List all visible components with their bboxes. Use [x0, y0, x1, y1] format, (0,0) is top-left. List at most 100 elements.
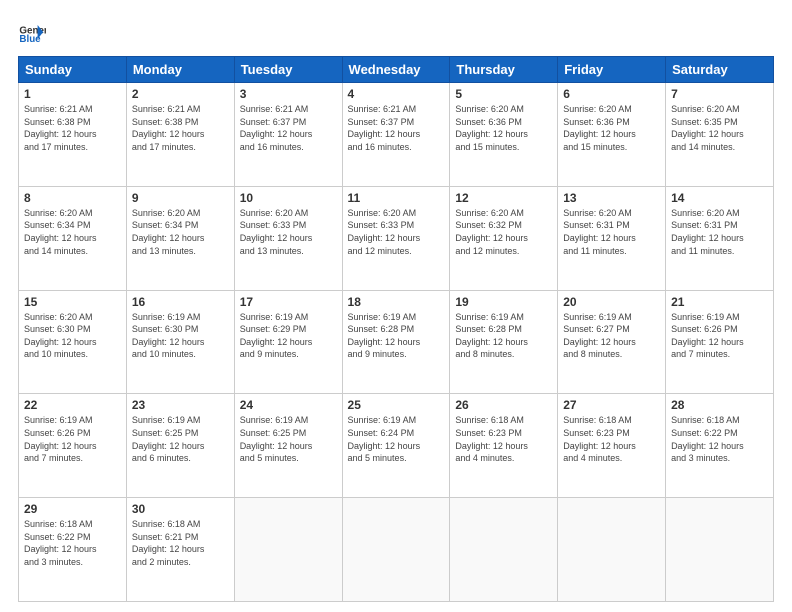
calendar-cell: 8 Sunrise: 6:20 AM Sunset: 6:34 PM Daylig…	[19, 186, 127, 290]
day-number: 8	[24, 191, 121, 205]
logo: General Blue	[18, 18, 46, 46]
day-number: 5	[455, 87, 552, 101]
day-info: Sunrise: 6:20 AM Sunset: 6:32 PM Dayligh…	[455, 207, 552, 257]
day-info: Sunrise: 6:18 AM Sunset: 6:23 PM Dayligh…	[455, 414, 552, 464]
day-info: Sunrise: 6:19 AM Sunset: 6:28 PM Dayligh…	[348, 311, 445, 361]
day-number: 19	[455, 295, 552, 309]
day-info: Sunrise: 6:18 AM Sunset: 6:22 PM Dayligh…	[671, 414, 768, 464]
day-number: 23	[132, 398, 229, 412]
day-info: Sunrise: 6:20 AM Sunset: 6:34 PM Dayligh…	[24, 207, 121, 257]
calendar-cell: 12 Sunrise: 6:20 AM Sunset: 6:32 PM Dayli…	[450, 186, 558, 290]
day-number: 28	[671, 398, 768, 412]
calendar-cell: 7 Sunrise: 6:20 AM Sunset: 6:35 PM Daylig…	[666, 83, 774, 187]
day-info: Sunrise: 6:19 AM Sunset: 6:29 PM Dayligh…	[240, 311, 337, 361]
calendar-cell: 6 Sunrise: 6:20 AM Sunset: 6:36 PM Daylig…	[558, 83, 666, 187]
day-info: Sunrise: 6:19 AM Sunset: 6:26 PM Dayligh…	[24, 414, 121, 464]
day-info: Sunrise: 6:18 AM Sunset: 6:21 PM Dayligh…	[132, 518, 229, 568]
day-info: Sunrise: 6:19 AM Sunset: 6:30 PM Dayligh…	[132, 311, 229, 361]
weekday-header-friday: Friday	[558, 57, 666, 83]
day-number: 9	[132, 191, 229, 205]
day-number: 10	[240, 191, 337, 205]
day-info: Sunrise: 6:20 AM Sunset: 6:30 PM Dayligh…	[24, 311, 121, 361]
weekday-header-saturday: Saturday	[666, 57, 774, 83]
day-number: 24	[240, 398, 337, 412]
calendar-cell	[234, 498, 342, 602]
day-info: Sunrise: 6:20 AM Sunset: 6:33 PM Dayligh…	[348, 207, 445, 257]
calendar-cell: 11 Sunrise: 6:20 AM Sunset: 6:33 PM Dayli…	[342, 186, 450, 290]
calendar-cell	[558, 498, 666, 602]
day-number: 16	[132, 295, 229, 309]
calendar-cell: 18 Sunrise: 6:19 AM Sunset: 6:28 PM Dayli…	[342, 290, 450, 394]
weekday-header-sunday: Sunday	[19, 57, 127, 83]
day-number: 12	[455, 191, 552, 205]
day-number: 13	[563, 191, 660, 205]
day-info: Sunrise: 6:20 AM Sunset: 6:31 PM Dayligh…	[671, 207, 768, 257]
logo-icon: General Blue	[18, 18, 46, 46]
day-number: 4	[348, 87, 445, 101]
calendar-cell	[342, 498, 450, 602]
day-info: Sunrise: 6:21 AM Sunset: 6:37 PM Dayligh…	[240, 103, 337, 153]
calendar-cell: 14 Sunrise: 6:20 AM Sunset: 6:31 PM Dayli…	[666, 186, 774, 290]
calendar-cell: 17Sunrise: 6:19 AM Sunset: 6:29 PM Dayli…	[234, 290, 342, 394]
calendar-cell: 10 Sunrise: 6:20 AM Sunset: 6:33 PM Dayli…	[234, 186, 342, 290]
calendar-cell: 5 Sunrise: 6:20 AM Sunset: 6:36 PM Daylig…	[450, 83, 558, 187]
day-number: 14	[671, 191, 768, 205]
day-info: Sunrise: 6:20 AM Sunset: 6:33 PM Dayligh…	[240, 207, 337, 257]
calendar-cell	[666, 498, 774, 602]
weekday-header-thursday: Thursday	[450, 57, 558, 83]
calendar-cell: 28 Sunrise: 6:18 AM Sunset: 6:22 PM Dayli…	[666, 394, 774, 498]
day-info: Sunrise: 6:21 AM Sunset: 6:37 PM Dayligh…	[348, 103, 445, 153]
day-number: 1	[24, 87, 121, 101]
day-info: Sunrise: 6:20 AM Sunset: 6:34 PM Dayligh…	[132, 207, 229, 257]
weekday-header-tuesday: Tuesday	[234, 57, 342, 83]
calendar-cell: 19Sunrise: 6:19 AM Sunset: 6:28 PM Dayli…	[450, 290, 558, 394]
day-info: Sunrise: 6:18 AM Sunset: 6:23 PM Dayligh…	[563, 414, 660, 464]
day-info: Sunrise: 6:19 AM Sunset: 6:27 PM Dayligh…	[563, 311, 660, 361]
calendar-cell: 16 Sunrise: 6:19 AM Sunset: 6:30 PM Dayli…	[126, 290, 234, 394]
day-number: 3	[240, 87, 337, 101]
day-info: Sunrise: 6:21 AM Sunset: 6:38 PM Dayligh…	[132, 103, 229, 153]
calendar-cell: 25 Sunrise: 6:19 AM Sunset: 6:24 PM Dayli…	[342, 394, 450, 498]
day-number: 7	[671, 87, 768, 101]
calendar-cell: 26 Sunrise: 6:18 AM Sunset: 6:23 PM Dayli…	[450, 394, 558, 498]
day-number: 6	[563, 87, 660, 101]
weekday-header-monday: Monday	[126, 57, 234, 83]
day-number: 29	[24, 502, 121, 516]
day-info: Sunrise: 6:19 AM Sunset: 6:25 PM Dayligh…	[132, 414, 229, 464]
day-number: 22	[24, 398, 121, 412]
day-number: 2	[132, 87, 229, 101]
day-number: 15	[24, 295, 121, 309]
calendar-cell: 21 Sunrise: 6:19 AM Sunset: 6:26 PM Dayli…	[666, 290, 774, 394]
calendar-cell: 23 Sunrise: 6:19 AM Sunset: 6:25 PM Dayli…	[126, 394, 234, 498]
day-number: 21	[671, 295, 768, 309]
day-info: Sunrise: 6:20 AM Sunset: 6:36 PM Dayligh…	[455, 103, 552, 153]
calendar-cell: 29 Sunrise: 6:18 AM Sunset: 6:22 PM Dayli…	[19, 498, 127, 602]
day-info: Sunrise: 6:18 AM Sunset: 6:22 PM Dayligh…	[24, 518, 121, 568]
day-info: Sunrise: 6:20 AM Sunset: 6:36 PM Dayligh…	[563, 103, 660, 153]
day-number: 30	[132, 502, 229, 516]
day-info: Sunrise: 6:20 AM Sunset: 6:35 PM Dayligh…	[671, 103, 768, 153]
calendar-cell	[450, 498, 558, 602]
calendar-cell: 13 Sunrise: 6:20 AM Sunset: 6:31 PM Dayli…	[558, 186, 666, 290]
day-number: 26	[455, 398, 552, 412]
day-number: 25	[348, 398, 445, 412]
day-number: 27	[563, 398, 660, 412]
page-header: General Blue	[18, 18, 774, 46]
day-info: Sunrise: 6:20 AM Sunset: 6:31 PM Dayligh…	[563, 207, 660, 257]
calendar-cell: 2 Sunrise: 6:21 AM Sunset: 6:38 PM Daylig…	[126, 83, 234, 187]
calendar-table: SundayMondayTuesdayWednesdayThursdayFrid…	[18, 56, 774, 602]
day-info: Sunrise: 6:21 AM Sunset: 6:38 PM Dayligh…	[24, 103, 121, 153]
calendar-cell: 3 Sunrise: 6:21 AM Sunset: 6:37 PM Daylig…	[234, 83, 342, 187]
calendar-cell: 22 Sunrise: 6:19 AM Sunset: 6:26 PM Dayli…	[19, 394, 127, 498]
day-info: Sunrise: 6:19 AM Sunset: 6:24 PM Dayligh…	[348, 414, 445, 464]
calendar-cell: 24 Sunrise: 6:19 AM Sunset: 6:25 PM Dayli…	[234, 394, 342, 498]
calendar-cell: 27 Sunrise: 6:18 AM Sunset: 6:23 PM Dayli…	[558, 394, 666, 498]
day-number: 11	[348, 191, 445, 205]
calendar-cell: 20 Sunrise: 6:19 AM Sunset: 6:27 PM Dayli…	[558, 290, 666, 394]
day-info: Sunrise: 6:19 AM Sunset: 6:26 PM Dayligh…	[671, 311, 768, 361]
day-number: 18	[348, 295, 445, 309]
day-info: Sunrise: 6:19 AM Sunset: 6:25 PM Dayligh…	[240, 414, 337, 464]
weekday-header-wednesday: Wednesday	[342, 57, 450, 83]
calendar-cell: 15 Sunrise: 6:20 AM Sunset: 6:30 PM Dayli…	[19, 290, 127, 394]
day-number: 20	[563, 295, 660, 309]
